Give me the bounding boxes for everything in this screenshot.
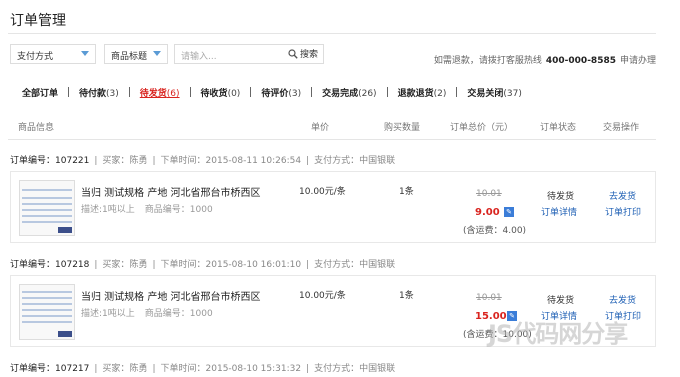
tab-pending-payment[interactable]: 待付款(3) [79, 86, 119, 99]
order-card: 当归 测试规格 产地 河北省邢台市桥西区 描述:1吨以上 商品编号：1000 10… [10, 171, 656, 243]
watermark: JS代码网分享 [488, 320, 628, 348]
title-divider [8, 33, 656, 34]
order-status: 待发货 [547, 296, 575, 306]
column-header-product: 商品信息 [18, 123, 55, 133]
tab-divider [386, 87, 388, 97]
column-header-actions: 交易操作 [603, 123, 640, 133]
product-field-value: 商品标题 [111, 52, 148, 62]
order-number: 107217 [55, 364, 90, 374]
ship-order-link[interactable]: 去发货 [609, 189, 636, 202]
buyer-name: 陈勇 [129, 364, 148, 374]
original-total: 10.01 [476, 293, 502, 303]
tab-pending-review[interactable]: 待评价(3) [261, 86, 301, 99]
buyer-name: 陈勇 [129, 260, 148, 270]
tab-divider [250, 87, 252, 97]
payment-method: 中国银联 [359, 260, 396, 270]
original-total: 10.01 [476, 189, 502, 199]
order-detail-link[interactable]: 订单详情 [541, 205, 577, 218]
order-time: 2015-08-10 15:31:32 [205, 364, 302, 374]
column-header-status: 订单状态 [540, 123, 577, 133]
order-time: 2015-08-11 10:26:54 [205, 156, 302, 166]
order-total: 9.00 [475, 207, 500, 218]
ship-order-link[interactable]: 去发货 [609, 293, 636, 306]
order-status: 待发货 [547, 192, 575, 202]
order-meta-row: 订单编号：107221 | 买家：陈勇 | 下单时间：2015-08-11 10:26:… [10, 156, 396, 166]
quantity: 1条 [399, 291, 414, 301]
column-header-total: 订单总价（元） [450, 123, 514, 133]
chevron-down-icon [153, 51, 161, 56]
product-thumbnail[interactable] [19, 284, 75, 340]
tab-divider [311, 87, 313, 97]
product-name[interactable]: 当归 测试规格 产地 河北省邢台市桥西区 [81, 288, 261, 303]
tab-divider [68, 87, 70, 97]
order-status-tabs: 全部订单 待付款(3) 待发货(6) 待收货(0) 待评价(3) 交易完成(26… [22, 86, 522, 99]
product-description: 描述:1吨以上 商品编号：1000 [81, 205, 213, 215]
column-header-price: 单价 [311, 123, 330, 133]
tab-divider [189, 87, 191, 97]
product-thumbnail[interactable] [19, 180, 75, 236]
chevron-down-icon [81, 51, 89, 56]
unit-price: 10.00元/条 [299, 187, 346, 197]
tab-completed[interactable]: 交易完成(26) [322, 86, 377, 99]
order-meta-row: 订单编号：107217 | 买家：陈勇 | 下单时间：2015-08-10 15:31:… [10, 364, 396, 374]
search-icon [288, 48, 298, 59]
unit-price: 10.00元/条 [299, 291, 346, 301]
buyer-name: 陈勇 [129, 156, 148, 166]
order-time: 2015-08-10 16:01:10 [205, 260, 302, 270]
header-divider [8, 139, 656, 140]
payment-method-value: 支付方式 [17, 52, 54, 62]
edit-price-icon[interactable]: ✎ [504, 207, 514, 217]
search-button-label: 搜索 [300, 50, 319, 60]
product-field-select[interactable]: 商品标题 [104, 44, 168, 64]
shipping-fee: (含运费：4.00) [463, 226, 527, 236]
tab-pending-receipt[interactable]: 待收货(0) [201, 86, 241, 99]
order-number: 107218 [55, 260, 90, 270]
search-button[interactable]: 搜索 [288, 47, 318, 60]
tab-closed[interactable]: 交易关闭(37) [467, 86, 522, 99]
tab-divider [456, 87, 458, 97]
order-meta-row: 订单编号：107218 | 买家：陈勇 | 下单时间：2015-08-10 16:01:… [10, 260, 396, 270]
tab-all-orders[interactable]: 全部订单 [22, 86, 58, 99]
tab-divider [128, 87, 130, 97]
product-description: 描述:1吨以上 商品编号：1000 [81, 309, 213, 319]
refund-notice: 如需退款，请拨打客服热线 400-000-8585 申请办理 [433, 56, 656, 66]
tab-pending-shipment[interactable]: 待发货(6) [140, 86, 180, 99]
product-name[interactable]: 当归 测试规格 产地 河北省邢台市桥西区 [81, 184, 261, 199]
order-number: 107221 [55, 156, 90, 166]
tab-refunds[interactable]: 退款退货(2) [398, 86, 447, 99]
print-order-link[interactable]: 订单打印 [605, 205, 641, 218]
column-header-quantity: 购买数量 [384, 123, 421, 133]
quantity: 1条 [399, 187, 414, 197]
page-title: 订单管理 [10, 13, 66, 29]
hotline-number: 400-000-8585 [545, 56, 616, 66]
payment-method: 中国银联 [359, 156, 396, 166]
payment-method-select[interactable]: 支付方式 [10, 44, 96, 64]
payment-method: 中国银联 [359, 364, 396, 374]
